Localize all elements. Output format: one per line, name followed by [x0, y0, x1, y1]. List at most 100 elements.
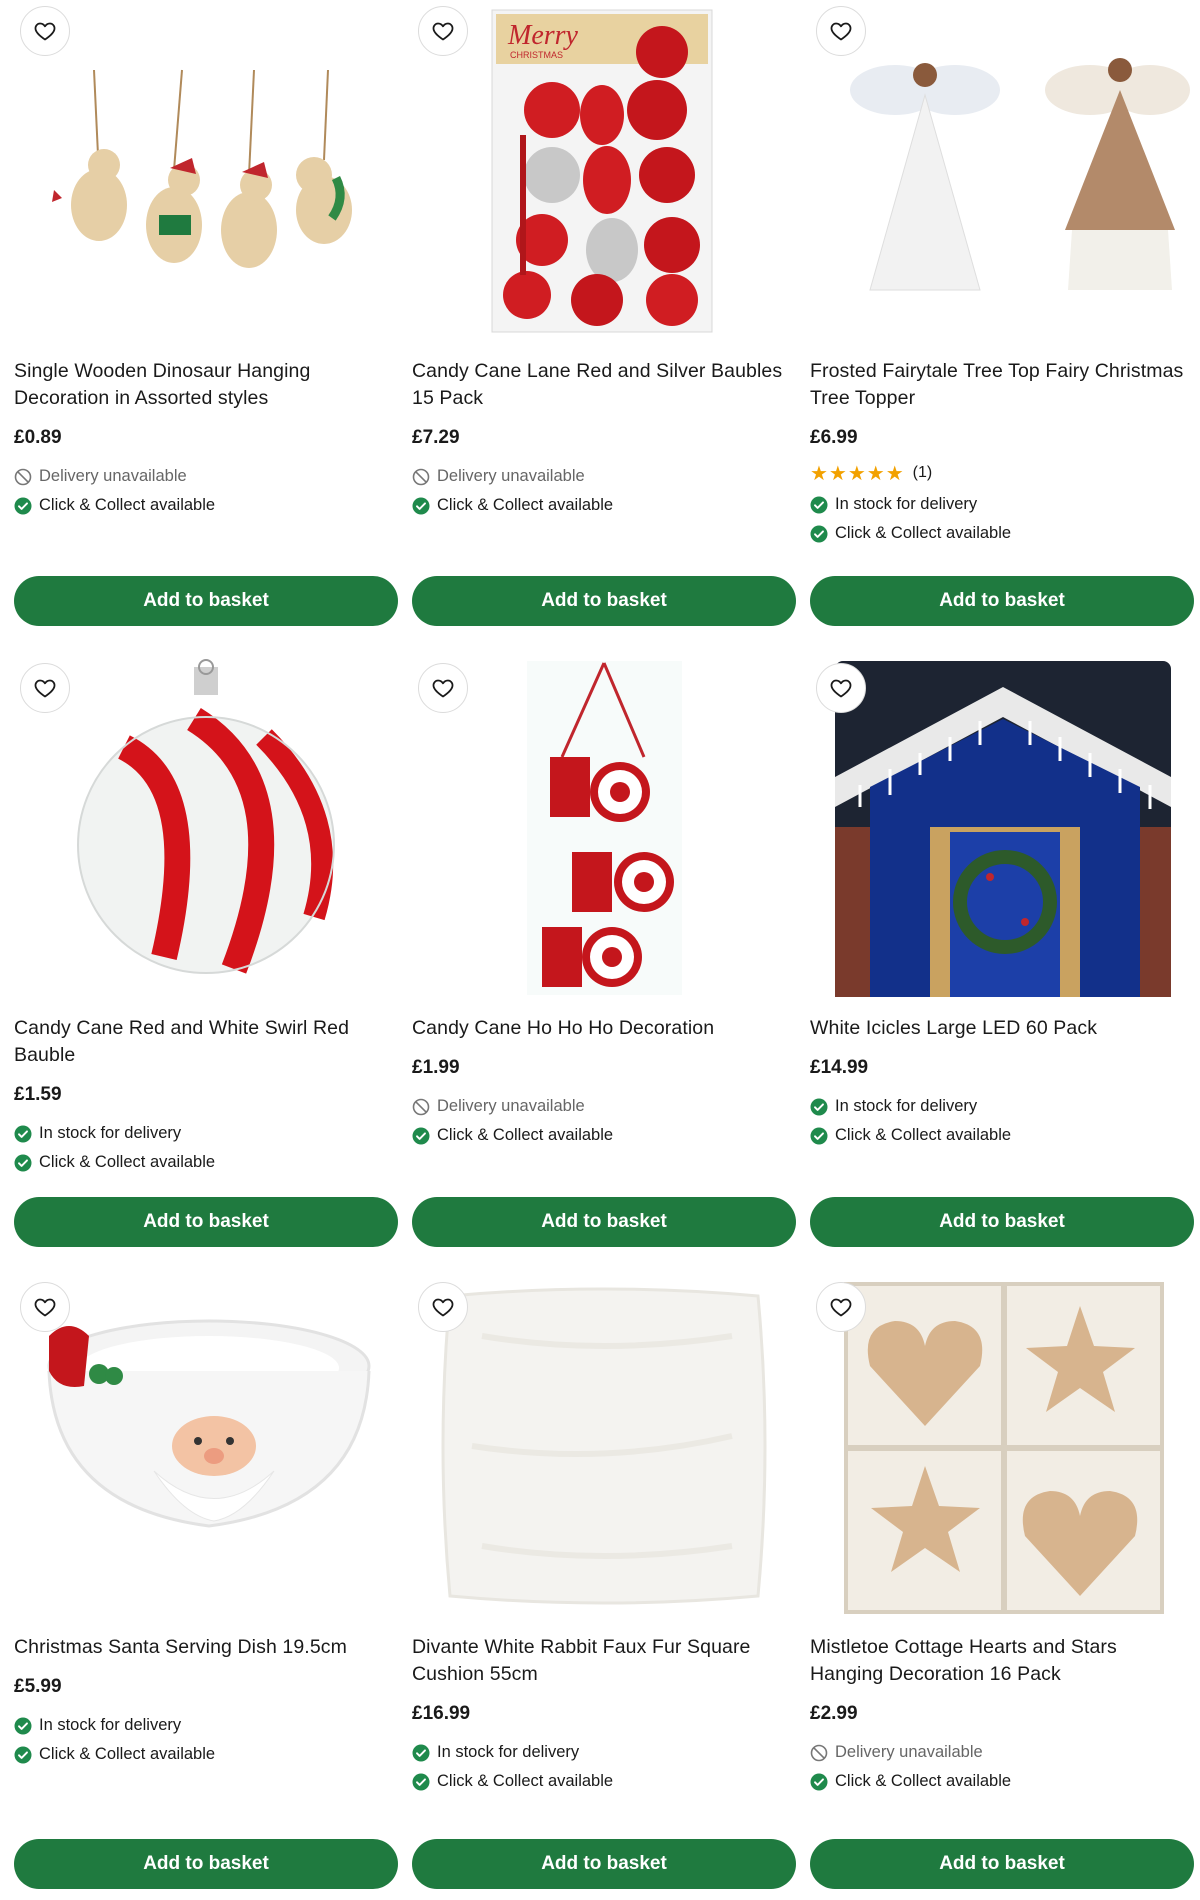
wishlist-button[interactable]: [20, 1282, 70, 1332]
heart-outline-icon: [431, 1295, 455, 1319]
product-title[interactable]: Candy Cane Red and White Swirl Red Baubl…: [14, 1015, 398, 1069]
collect-status: Click & Collect available: [412, 1767, 796, 1796]
wishlist-button[interactable]: [418, 6, 468, 56]
delivery-status: Delivery unavailable: [810, 1738, 1194, 1767]
product-title[interactable]: Frosted Fairytale Tree Top Fairy Christm…: [810, 358, 1194, 412]
add-to-basket-button[interactable]: Add to basket: [14, 1839, 398, 1889]
fairy-topper-image: [850, 58, 1190, 291]
wishlist-button[interactable]: [816, 663, 866, 713]
product-price: £1.99: [412, 1057, 460, 1078]
product-image[interactable]: [14, 0, 398, 340]
check-circle-icon: [14, 497, 32, 515]
swirl-bauble-image: [77, 659, 335, 974]
delivery-status-text: Delivery unavailable: [437, 467, 585, 485]
product-title[interactable]: Mistletoe Cottage Hearts and Stars Hangi…: [810, 1634, 1194, 1688]
collect-status-text: Click & Collect available: [39, 1153, 216, 1171]
product-card: Merry CHRISTMAS Candy Cane Lane Red and …: [412, 0, 796, 626]
check-circle-icon: [412, 497, 430, 515]
add-to-basket-button[interactable]: Add to basket: [810, 1839, 1194, 1889]
delivery-status-text: Delivery unavailable: [39, 467, 187, 485]
delivery-status: Delivery unavailable: [412, 462, 796, 491]
collect-status: Click & Collect available: [810, 1121, 1194, 1150]
wishlist-button[interactable]: [20, 663, 70, 713]
product-title[interactable]: Single Wooden Dinosaur Hanging Decoratio…: [14, 358, 398, 412]
check-circle-icon: [810, 496, 828, 514]
delivery-status-text: In stock for delivery: [835, 495, 978, 513]
heart-outline-icon: [431, 676, 455, 700]
delivery-status: In stock for delivery: [412, 1738, 796, 1767]
wishlist-button[interactable]: [816, 6, 866, 56]
dinosaur-decorations-image: [52, 69, 352, 268]
product-image[interactable]: [810, 657, 1194, 997]
wishlist-button[interactable]: [20, 6, 70, 56]
icicle-lights-image: [835, 661, 1171, 997]
heart-outline-icon: [33, 676, 57, 700]
product-image[interactable]: [14, 1276, 398, 1616]
wishlist-button[interactable]: [816, 1282, 866, 1332]
product-card: Candy Cane Ho Ho Ho Decoration £1.99 Del…: [412, 657, 796, 1247]
wishlist-button[interactable]: [418, 663, 468, 713]
delivery-status-text: Delivery unavailable: [437, 1097, 585, 1115]
delivery-status-text: In stock for delivery: [437, 1743, 580, 1761]
product-card: Mistletoe Cottage Hearts and Stars Hangi…: [810, 1276, 1194, 1889]
product-title[interactable]: Christmas Santa Serving Dish 19.5cm: [14, 1634, 398, 1661]
check-circle-icon: [412, 1127, 430, 1145]
product-image[interactable]: Merry CHRISTMAS: [412, 0, 796, 340]
check-circle-icon: [14, 1746, 32, 1764]
collect-status-text: Click & Collect available: [39, 496, 216, 514]
check-circle-icon: [412, 1773, 430, 1791]
santa-dish-image: [47, 1319, 371, 1528]
collect-status: Click & Collect available: [412, 1121, 796, 1150]
faux-fur-cushion-image: [441, 1287, 767, 1605]
rating-stars: ★★★★★: [810, 462, 905, 485]
check-circle-icon: [810, 1773, 828, 1791]
box-title: Merry: [507, 20, 579, 51]
check-circle-icon: [14, 1154, 32, 1172]
heart-outline-icon: [829, 1295, 853, 1319]
heart-outline-icon: [829, 676, 853, 700]
product-title[interactable]: Candy Cane Lane Red and Silver Baubles 1…: [412, 358, 796, 412]
add-to-basket-button[interactable]: Add to basket: [412, 576, 796, 626]
collect-status-text: Click & Collect available: [835, 524, 1012, 542]
delivery-status-text: Delivery unavailable: [835, 1743, 983, 1761]
add-to-basket-button[interactable]: Add to basket: [810, 576, 1194, 626]
product-price: £14.99: [810, 1057, 869, 1078]
delivery-status: Delivery unavailable: [412, 1092, 796, 1121]
add-to-basket-button[interactable]: Add to basket: [810, 1197, 1194, 1247]
add-to-basket-button[interactable]: Add to basket: [412, 1197, 796, 1247]
collect-status: Click & Collect available: [14, 1148, 398, 1177]
rating[interactable]: ★★★★★ (1): [810, 462, 1194, 485]
product-card: Christmas Santa Serving Dish 19.5cm £5.9…: [14, 1276, 398, 1889]
check-circle-icon: [810, 1127, 828, 1145]
product-image[interactable]: [810, 1276, 1194, 1616]
delivery-status-text: In stock for delivery: [39, 1716, 182, 1734]
product-price: £16.99: [412, 1703, 471, 1724]
prohibited-icon: [14, 468, 32, 486]
collect-status-text: Click & Collect available: [835, 1772, 1012, 1790]
product-title[interactable]: White Icicles Large LED 60 Pack: [810, 1015, 1194, 1042]
prohibited-icon: [412, 468, 430, 486]
heart-outline-icon: [431, 19, 455, 43]
wishlist-button[interactable]: [418, 1282, 468, 1332]
delivery-status-text: In stock for delivery: [39, 1124, 182, 1142]
heart-outline-icon: [33, 19, 57, 43]
add-to-basket-button[interactable]: Add to basket: [412, 1839, 796, 1889]
add-to-basket-button[interactable]: Add to basket: [14, 1197, 398, 1247]
delivery-status: In stock for delivery: [810, 490, 1194, 519]
product-title[interactable]: Candy Cane Ho Ho Ho Decoration: [412, 1015, 796, 1042]
product-price: £6.99: [810, 427, 858, 448]
product-title[interactable]: Divante White Rabbit Faux Fur Square Cus…: [412, 1634, 796, 1688]
product-price: £2.99: [810, 1703, 858, 1724]
check-circle-icon: [14, 1717, 32, 1735]
add-to-basket-button[interactable]: Add to basket: [14, 576, 398, 626]
product-image[interactable]: [810, 0, 1194, 340]
product-image[interactable]: [412, 1276, 796, 1616]
delivery-status: In stock for delivery: [14, 1119, 398, 1148]
collect-status-text: Click & Collect available: [39, 1745, 216, 1763]
product-image[interactable]: [14, 657, 398, 997]
product-image[interactable]: [412, 657, 796, 997]
product-card: Divante White Rabbit Faux Fur Square Cus…: [412, 1276, 796, 1889]
heart-outline-icon: [829, 19, 853, 43]
check-circle-icon: [810, 525, 828, 543]
ho-ho-ho-image: [527, 661, 682, 995]
